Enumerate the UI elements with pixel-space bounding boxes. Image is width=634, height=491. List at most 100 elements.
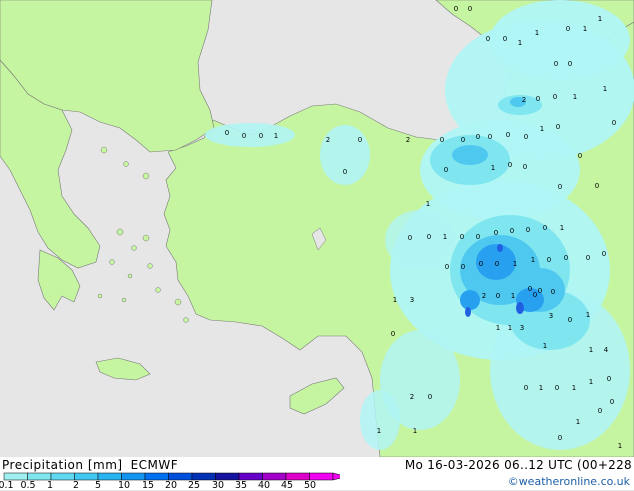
point-value: 0 [595,182,599,190]
scale-swatch [238,472,263,481]
legend-title-text: Precipitation [mm] [2,458,123,472]
scale-swatch [144,472,169,481]
point-value: 0 [440,136,444,144]
point-value: 0 [598,407,602,415]
point-value: 0 [556,123,560,131]
point-value: 0 [538,287,542,295]
scale-swatch [215,472,240,481]
point-value: 3 [410,296,414,304]
point-value: 0 [468,5,472,13]
point-value: 0 [586,254,590,262]
precipitation-map: 0 00 0 11 0 110 010 0 120 0 01 0 00001 0 0010 0 0 1 2 002 0 0… [0,0,634,457]
point-value: 1 [531,256,535,264]
scale-swatch [50,472,75,481]
point-value: 0 [476,233,480,241]
point-value: 0 [536,95,540,103]
point-value: 0 [602,250,606,258]
point-value: 0 [495,260,499,268]
point-value: 0 [476,133,480,141]
point-value: 0 [558,183,562,191]
point-value: 1 [539,384,543,392]
point-value: 0 [259,132,263,140]
point-value: 1 [573,93,577,101]
scale-swatch [74,472,99,481]
legend-title: Precipitation [mm] ECMWF [2,458,178,472]
point-value: 0 [553,93,557,101]
point-value: 1 [576,418,580,426]
point-value: 2 [326,136,330,144]
point-value: 0 [533,291,537,299]
point-value: 1 [618,442,622,450]
credit-link[interactable]: ©weatheronline.co.uk [508,475,630,488]
point-value: 0 [547,256,551,264]
point-value: 0 [508,161,512,169]
point-value: 1 [583,25,587,33]
point-value: 0 [568,60,572,68]
point-value: 1 [540,125,544,133]
point-value: 1 [518,39,522,47]
point-value: 0 [496,292,500,300]
point-value: 0 [461,136,465,144]
point-value: 1 [589,378,593,386]
scale-swatch [262,472,287,481]
point-value: 1 [443,233,447,241]
point-value: 2 [406,136,410,144]
point-value: 0 [460,233,464,241]
point-value: 0 [488,133,492,141]
point-value: 0 [358,136,362,144]
point-value: 0 [503,35,507,43]
point-value: 3 [520,324,524,332]
scale-arrow [332,472,340,481]
point-value: 0 [427,233,431,241]
point-value: 1 [274,132,278,140]
point-value: 0 [494,229,498,237]
point-value: 0 [568,316,572,324]
point-value: 3 [549,312,553,320]
point-value: 0 [428,393,432,401]
point-value: 0 [564,254,568,262]
point-value: 0 [551,288,555,296]
point-value: 0 [607,375,611,383]
scale-swatch [191,472,216,481]
point-value: 2 [410,393,414,401]
point-value: 2 [482,292,486,300]
point-value: 0 [526,226,530,234]
valid-time: Mo 16-03-2026 06..12 UTC (00+228 [404,458,632,472]
point-value: 1 [543,342,547,350]
point-value: 1 [572,384,576,392]
scale-swatch [97,472,122,481]
point-value: 0 [445,263,449,271]
point-value: 0 [543,224,547,232]
point-value: 0 [444,166,448,174]
point-value: 0 [486,35,490,43]
point-value: 0 [242,132,246,140]
point-value: 4 [604,346,609,354]
point-value: 0 [524,133,528,141]
point-value: 0 [524,384,528,392]
point-value: 0 [479,260,483,268]
point-value: 0 [566,25,570,33]
point-value: 1 [589,346,593,354]
point-value: 0 [454,5,458,13]
scale-swatch [3,472,28,481]
point-value: 0 [391,330,395,338]
point-value: 0 [558,434,562,442]
scale-swatch [309,472,334,481]
point-value: 0 [510,227,514,235]
point-value: 1 [426,200,430,208]
point-value: 1 [513,260,517,268]
point-value: 0 [578,152,582,160]
point-value: 0 [408,234,412,242]
point-value: 1 [598,15,602,23]
point-value: 0 [523,163,527,171]
point-value: 0 [461,263,465,271]
point-value: 0 [506,131,510,139]
point-value: 0 [343,168,347,176]
point-value: 1 [508,324,512,332]
point-value: 1 [603,85,607,93]
point-value: 1 [496,324,500,332]
scale-swatch [168,472,193,481]
point-value: 1 [535,29,539,37]
point-value: 1 [393,296,397,304]
point-value: 2 [522,96,526,104]
